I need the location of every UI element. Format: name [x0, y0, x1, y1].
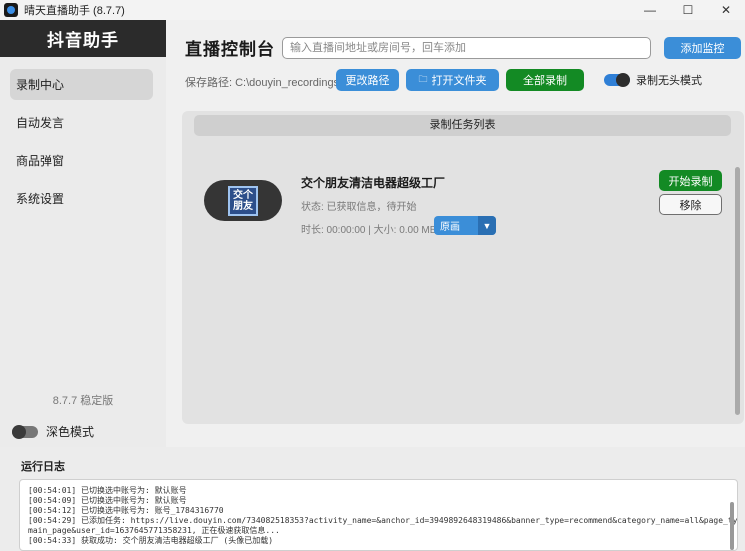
record-all-button[interactable]: 全部录制 [506, 69, 584, 91]
page-title: 直播控制台 [185, 40, 275, 59]
title-bar: 晴天直播助手 (8.7.7) — ☐ ✕ [0, 0, 745, 20]
sidebar-item-recording[interactable]: 录制中心 [10, 69, 153, 100]
dark-mode-label: 深色模式 [46, 425, 95, 439]
log-line: [00:54:33] 获取成功: 交个朋友清洁电器超级工厂 (头像已加载) [28, 536, 274, 545]
sidebar-item-auto-comment[interactable]: 自动发言 [10, 107, 153, 138]
task-list-header: 录制任务列表 [194, 115, 731, 136]
task-panel: 录制任务列表 交个朋友 交个朋友清洁电器超级工厂 状态: 已获取信息，待开始 时… [182, 111, 744, 424]
room-url-input[interactable] [282, 37, 651, 59]
folder-icon: 🗀 [418, 74, 428, 84]
window-title: 晴天直播助手 (8.7.7) [24, 5, 125, 17]
remove-task-button[interactable]: 移除 [659, 194, 722, 215]
add-monitor-button[interactable]: 添加监控 [664, 37, 741, 59]
brand-logo: 抖音助手 [0, 20, 166, 57]
version-label: 8.7.7 稳定版 [52, 395, 114, 407]
change-path-button[interactable]: 更改路径 [336, 69, 399, 91]
window-controls: — ☐ ✕ [631, 0, 745, 20]
log-section: 运行日志 [00:54:01] 已切换选中账号为: 默认账号 [00:54:09… [0, 447, 745, 551]
task-scrollbar[interactable] [735, 167, 740, 415]
log-line: main_page&user_id=1637645771358231, 正在极速… [28, 526, 280, 535]
sidebar: 抖音助手 录制中心 自动发言 商品弹窗 系统设置 8.7.7 稳定版 深色模式 [0, 20, 166, 447]
avatar-logo: 交个朋友 [228, 185, 258, 216]
maximize-icon[interactable]: ☐ [669, 0, 707, 20]
sidebar-item-settings[interactable]: 系统设置 [10, 183, 153, 214]
log-line: [00:54:01] 已切换选中账号为: 默认账号 [28, 486, 187, 495]
chevron-down-icon[interactable]: ▼ [478, 216, 496, 235]
quality-value: 原画 [440, 222, 460, 233]
headless-label: 录制无头模式 [636, 75, 702, 87]
quality-select[interactable]: 原画 ▼ [434, 216, 496, 235]
main-content: 直播控制台 添加监控 保存路径: C:\douyin_recordings 更改… [166, 20, 745, 447]
room-status: 状态: 已获取信息，待开始 [301, 202, 417, 213]
log-line: [00:54:29] 已添加任务: https://live.douyin.co… [28, 516, 738, 525]
headless-toggle[interactable]: 录制无头模式 [604, 72, 702, 88]
log-output[interactable]: [00:54:01] 已切换选中账号为: 默认账号 [00:54:09] 已切换… [19, 479, 738, 551]
log-line: [00:54:12] 已切换选中账号为: 账号_1784316770 [28, 506, 224, 515]
dark-mode-toggle[interactable]: 深色模式 [12, 423, 94, 440]
close-icon[interactable]: ✕ [707, 0, 745, 20]
room-meta: 时长: 00:00:00 | 大小: 0.00 MB [301, 225, 437, 236]
app-icon [4, 3, 18, 17]
open-folder-label: 打开文件夹 [431, 75, 487, 87]
open-folder-button[interactable]: 🗀 打开文件夹 [406, 69, 499, 91]
log-scrollbar[interactable] [730, 502, 734, 550]
start-record-button[interactable]: 开始录制 [659, 170, 722, 191]
save-path-label: 保存路径: C:\douyin_recordings [185, 77, 340, 89]
room-name: 交个朋友清洁电器超级工厂 [301, 176, 446, 190]
log-line: [00:54:09] 已切换选中账号为: 默认账号 [28, 496, 187, 505]
headless-switch[interactable] [604, 73, 630, 87]
sidebar-item-product-popup[interactable]: 商品弹窗 [10, 145, 153, 176]
streamer-avatar: 交个朋友 [204, 180, 282, 221]
log-title: 运行日志 [21, 461, 65, 473]
dark-mode-switch[interactable] [12, 424, 38, 439]
minimize-icon[interactable]: — [631, 0, 669, 20]
